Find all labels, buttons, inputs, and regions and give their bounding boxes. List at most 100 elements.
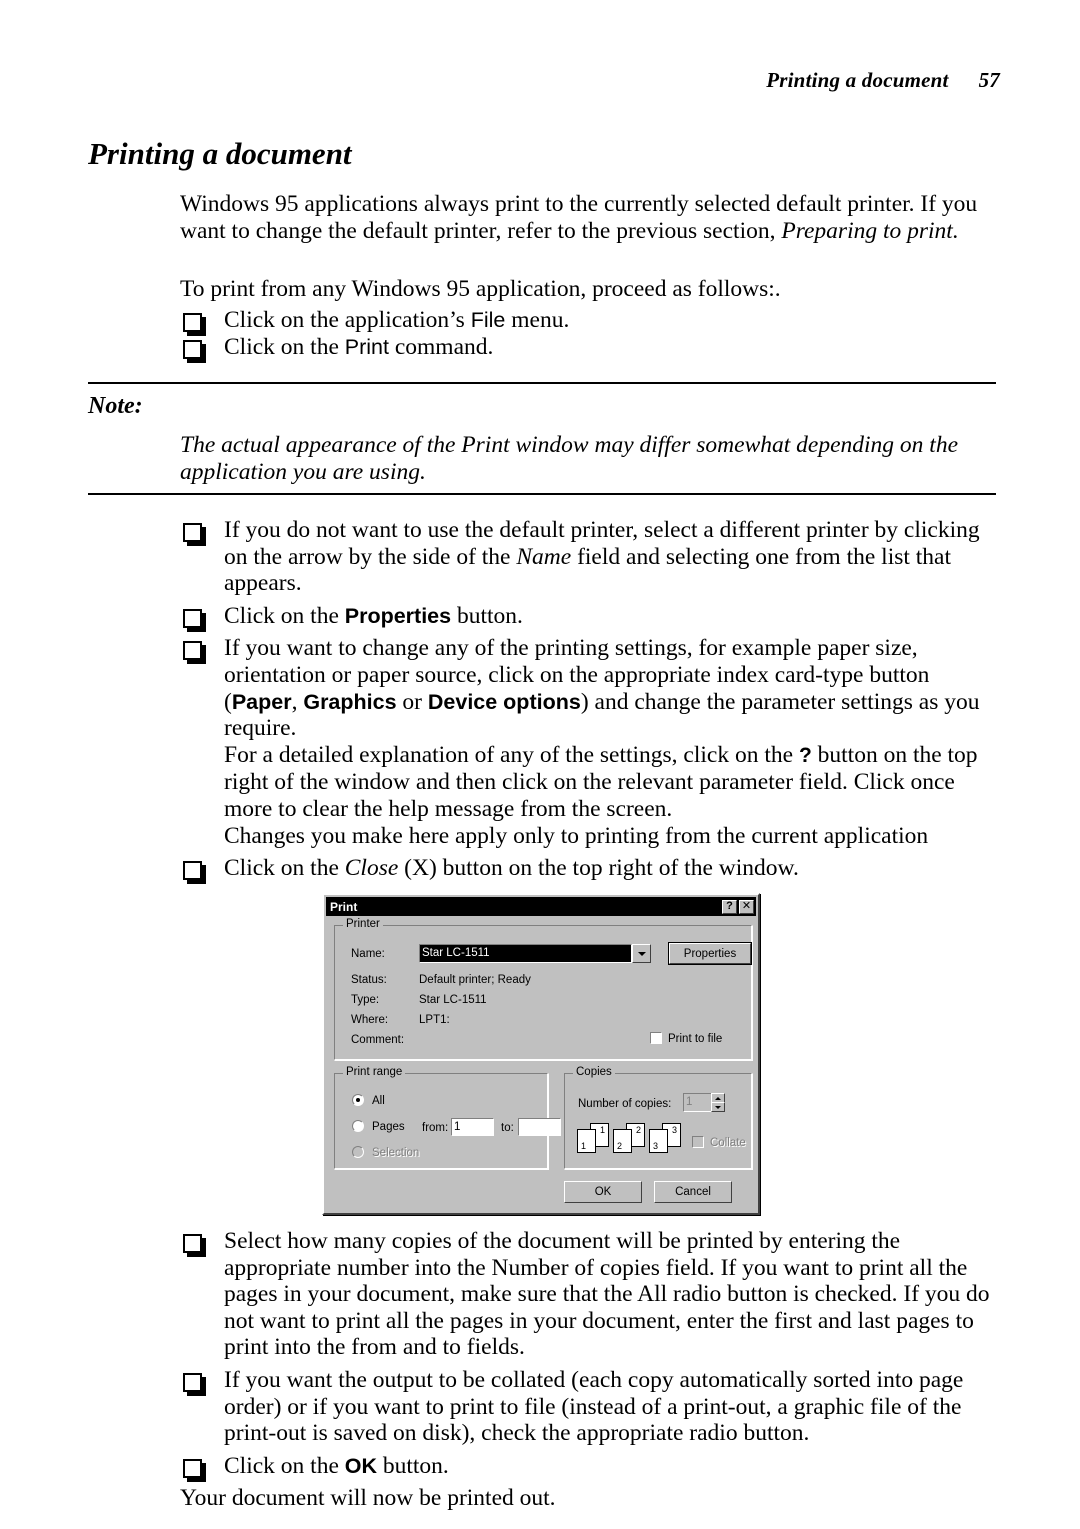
print-to-file-checkbox[interactable] <box>650 1032 662 1044</box>
comment-label: Comment: <box>351 1034 405 1046</box>
running-header: Printing a document 57 <box>0 68 1000 93</box>
running-header-title: Printing a document <box>766 68 949 92</box>
note-text: The actual appearance of the Print windo… <box>180 432 959 485</box>
radio-all[interactable] <box>352 1094 364 1106</box>
step-text-pre: Click on the <box>224 1452 345 1479</box>
intro-paragraph-1: Windows 95 applications always print to … <box>180 191 995 244</box>
sep-1: , <box>291 688 304 715</box>
bullet-square-icon <box>183 641 202 661</box>
bullet-square-icon <box>183 1234 202 1253</box>
ui-term-paper: Paper <box>231 689 292 714</box>
collate-page-back-number: 2 <box>635 1125 641 1135</box>
step-text-post: command. <box>388 333 494 360</box>
type-label: Type: <box>351 994 380 1006</box>
collate-page-front-number: 1 <box>581 1141 587 1151</box>
page-number: 57 <box>978 68 1000 92</box>
number-of-copies-label: Number of copies: <box>578 1098 672 1110</box>
properties-button[interactable]: Properties <box>668 942 752 965</box>
field-name-emphasis: Name <box>516 543 572 570</box>
steps-middle-list: If you do not want to use the default pr… <box>180 517 995 882</box>
copies-groupbox: Copies Number of copies: 1 1 1 2 2 3 3 C… <box>563 1066 753 1170</box>
step-text-post: button. <box>451 602 523 629</box>
ui-term-graphics: Graphics <box>303 689 397 714</box>
intro-text-italic: Preparing to print. <box>781 217 959 244</box>
collate-page-front-number: 2 <box>617 1141 623 1151</box>
bullet-square-icon <box>183 1458 202 1478</box>
collate-page-front-number: 3 <box>653 1141 659 1151</box>
where-value: LPT1: <box>419 1014 450 1026</box>
printer-groupbox: Printer Name: Star LC-1511 Properties St… <box>333 918 753 1061</box>
ui-term-properties: Properties <box>344 603 452 628</box>
list-item: Select how many copies of the document w… <box>180 1228 995 1361</box>
bullet-square-icon <box>183 608 202 628</box>
step-text-post: button. <box>377 1452 449 1479</box>
help-icon[interactable]: ? <box>722 899 737 914</box>
step-text-pre: Click on the <box>224 855 345 882</box>
radio-pages[interactable] <box>352 1120 364 1132</box>
close-icon[interactable]: ✕ <box>739 899 754 914</box>
copies-group-label: Copies <box>573 1066 615 1078</box>
step-text-post: menu. <box>505 307 570 333</box>
bullet-square-icon <box>183 523 202 542</box>
radio-all-label: All <box>372 1095 385 1107</box>
list-item: If you want to change any of the printin… <box>180 635 995 741</box>
collate-label: Collate <box>710 1137 746 1149</box>
radio-selection <box>352 1146 364 1158</box>
bullet-square-icon <box>183 313 202 332</box>
bullet-square-icon <box>183 1372 202 1392</box>
step-text: If you want the output to be collated (e… <box>224 1366 964 1447</box>
from-label: from: <box>422 1122 449 1134</box>
printer-name-combobox[interactable]: Star LC-1511 <box>419 944 632 963</box>
dialog-titlebar: Print ? ✕ <box>326 897 756 916</box>
closing-text: Your document will now be printed out. <box>180 1485 556 1512</box>
type-value: Star LC-1511 <box>419 994 487 1006</box>
ui-term-file: File <box>470 308 506 332</box>
print-range-group-label: Print range <box>343 1066 406 1078</box>
collate-checkbox[interactable] <box>692 1136 704 1148</box>
ok-button[interactable]: OK <box>564 1181 642 1203</box>
note-rule-top <box>88 382 996 384</box>
list-item: Click on the Print command. <box>180 334 995 361</box>
where-label: Where: <box>351 1014 389 1026</box>
list-item: If you want the output to be collated (e… <box>180 1367 995 1447</box>
to-page-input[interactable] <box>518 1118 561 1136</box>
collate-preview-icon: 3 3 <box>649 1123 681 1153</box>
step-text-pre: Click on the <box>224 602 345 629</box>
step-continuation-line: Changes you make here apply only to prin… <box>224 822 929 849</box>
step-text-post: (X) button on the top right of the windo… <box>398 855 799 882</box>
print-to-file-label: Print to file <box>668 1033 723 1045</box>
list-item: Click on the OK button. <box>180 1453 995 1480</box>
list-item: Click on the Properties button. <box>180 603 995 630</box>
help-text-pre: For a detailed explanation of any of the… <box>224 741 799 768</box>
page-title: Printing a document <box>88 136 352 171</box>
bullet-square-icon <box>183 861 202 881</box>
ui-term-help-question: ? <box>798 743 812 767</box>
spinner-down-icon[interactable] <box>711 1102 725 1112</box>
list-item: If you do not want to use the default pr… <box>180 517 995 597</box>
collate-preview-icon: 2 2 <box>613 1123 645 1153</box>
to-label: to: <box>501 1122 514 1134</box>
print-dialog-figure: Print ? ✕ Printer Name: Star LC-1511 Pro… <box>322 893 760 1215</box>
document-page: Printing a document 57 Printing a documen… <box>0 0 1080 1529</box>
printer-group-label: Printer <box>343 918 383 930</box>
status-value: Default printer; Ready <box>419 974 531 986</box>
collate-page-back-number: 3 <box>671 1125 677 1135</box>
ui-term-close: Close <box>344 855 399 882</box>
collate-page-back-number: 1 <box>599 1125 605 1135</box>
ui-term-device-options: Device options <box>427 689 581 714</box>
note-rule-bottom <box>88 493 996 495</box>
ui-term-print: Print <box>344 334 389 359</box>
print-range-groupbox: Print range All Pages from: 1 to: Select… <box>333 1066 561 1170</box>
step-text-pre: Click on the <box>224 333 345 360</box>
sep-2: or <box>396 688 428 715</box>
radio-pages-label: Pages <box>372 1121 405 1133</box>
bullet-square-icon <box>183 339 202 359</box>
cancel-button[interactable]: Cancel <box>654 1181 732 1203</box>
chevron-down-icon[interactable] <box>632 944 651 963</box>
from-page-input[interactable]: 1 <box>451 1118 494 1136</box>
note-label: Note: <box>88 393 143 419</box>
step-text: Select how many copies of the document w… <box>224 1228 990 1361</box>
dialog-title: Print <box>330 899 358 914</box>
steps-top-list: Click on the application’s File menu. Cl… <box>180 307 995 360</box>
intro-text-b: To print from any Windows 95 application… <box>180 276 781 302</box>
